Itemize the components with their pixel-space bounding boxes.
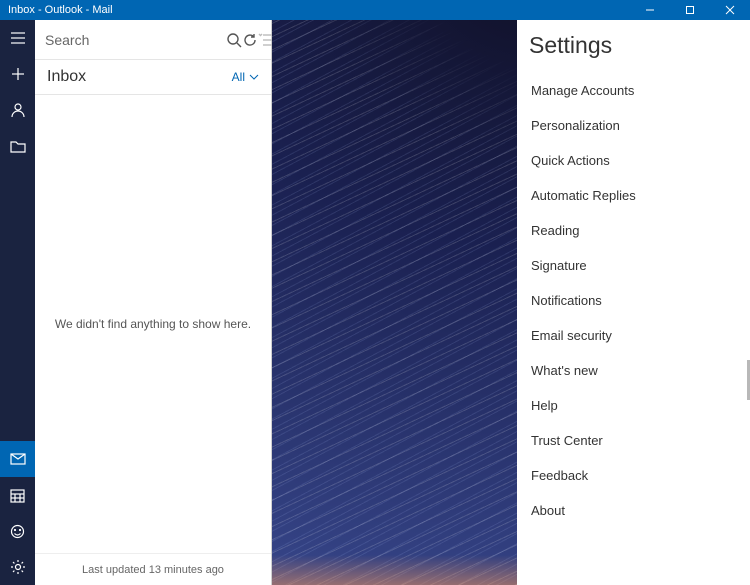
filter-dropdown[interactable]: All: [232, 68, 259, 86]
settings-item-trust-center[interactable]: Trust Center: [529, 423, 736, 458]
settings-item-email-security[interactable]: Email security: [529, 318, 736, 353]
settings-item-automatic-replies[interactable]: Automatic Replies: [529, 178, 736, 213]
settings-item-reading[interactable]: Reading: [529, 213, 736, 248]
settings-pane: Settings Manage Accounts Personalization…: [517, 20, 750, 585]
sync-status: Last updated 13 minutes ago: [35, 553, 271, 585]
chevron-down-icon: [249, 68, 259, 86]
message-list: We didn't find anything to show here.: [35, 95, 271, 553]
sync-status-text: Last updated 13 minutes ago: [82, 564, 224, 576]
search-icon: [226, 32, 242, 48]
folder-icon: [10, 139, 26, 153]
empty-state-message: We didn't find anything to show here.: [55, 317, 251, 331]
titlebar: Inbox - Outlook - Mail: [0, 0, 750, 20]
settings-item-feedback[interactable]: Feedback: [529, 458, 736, 493]
calendar-app-button[interactable]: [0, 477, 35, 513]
maximize-button[interactable]: [670, 0, 710, 20]
settings-title: Settings: [529, 32, 736, 59]
settings-item-about[interactable]: About: [529, 493, 736, 528]
window-title: Inbox - Outlook - Mail: [8, 4, 630, 16]
filter-label: All: [232, 70, 245, 84]
person-icon: [10, 102, 26, 118]
settings-item-notifications[interactable]: Notifications: [529, 283, 736, 318]
close-button[interactable]: [710, 0, 750, 20]
calendar-icon: [10, 488, 25, 503]
feedback-rail-button[interactable]: [0, 513, 35, 549]
folder-name: Inbox: [47, 68, 232, 86]
gear-icon: [10, 559, 26, 575]
smiley-icon: [10, 524, 25, 539]
settings-item-signature[interactable]: Signature: [529, 248, 736, 283]
plus-icon: [11, 67, 25, 81]
folder-header: Inbox All: [35, 60, 271, 95]
accounts-button[interactable]: [0, 92, 35, 128]
folders-button[interactable]: [0, 128, 35, 164]
settings-item-manage-accounts[interactable]: Manage Accounts: [529, 73, 736, 108]
settings-item-personalization[interactable]: Personalization: [529, 108, 736, 143]
minimize-button[interactable]: [630, 0, 670, 20]
settings-rail-button[interactable]: [0, 549, 35, 585]
new-mail-button[interactable]: [0, 56, 35, 92]
app-body: Inbox All We didn't find anything to sho…: [0, 20, 750, 585]
reading-pane-background: [272, 20, 517, 585]
sync-button[interactable]: [242, 25, 258, 55]
settings-item-help[interactable]: Help: [529, 388, 736, 423]
app-window: Inbox - Outlook - Mail: [0, 0, 750, 585]
nav-rail: [0, 20, 35, 585]
settings-item-whats-new[interactable]: What's new: [529, 353, 736, 388]
refresh-icon: [242, 32, 258, 48]
hamburger-icon: [10, 31, 26, 45]
search-bar: [35, 20, 271, 60]
search-button[interactable]: [226, 25, 242, 55]
search-input[interactable]: [45, 32, 226, 48]
mail-app-button[interactable]: [0, 441, 35, 477]
hamburger-menu-button[interactable]: [0, 20, 35, 56]
message-list-column: Inbox All We didn't find anything to sho…: [35, 20, 272, 585]
mail-icon: [10, 453, 26, 465]
settings-item-quick-actions[interactable]: Quick Actions: [529, 143, 736, 178]
